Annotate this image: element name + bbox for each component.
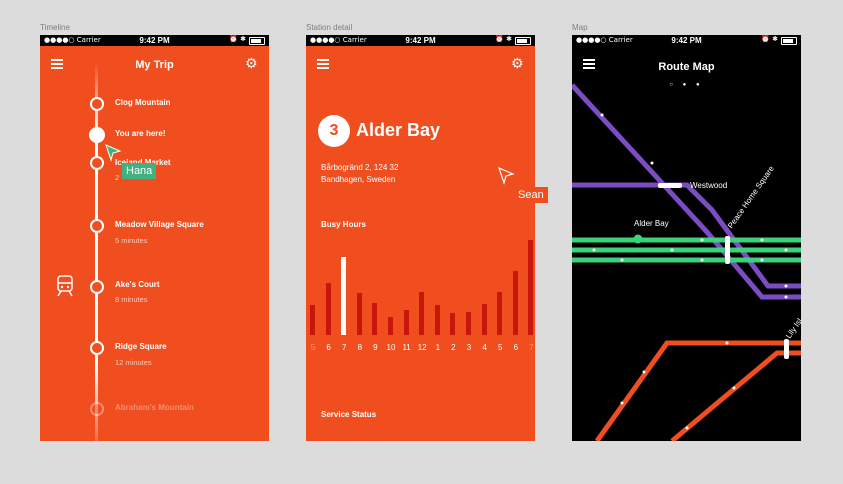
status-icons: ⏰ ✱ [495,35,512,43]
station-detail-screen: ●●●●○ Carrier 9:42 PM ⏰ ✱ ⚙ 3 Alder Bay … [306,35,535,441]
station-number-badge: 3 [318,115,350,147]
collaborator-cursor-label: Sean [514,187,548,203]
busy-hour-bar [325,283,331,335]
stop-dot[interactable] [90,156,104,170]
station-label[interactable]: Alder Bay [634,219,669,228]
busy-hour-bar [388,317,393,335]
stop-eta: 2 [115,173,120,182]
busy-hour-tick-label: 6 [326,343,331,352]
busy-hour-tick-label: 7 [529,343,534,352]
busy-hour-bar [528,240,534,335]
status-bar: ●●●●○ Carrier 9:42 PM ⏰ ✱ [306,35,535,46]
station-label[interactable]: Westwood [690,181,727,190]
stop-name[interactable]: Clog Mountain [115,98,171,107]
stop-dot[interactable] [90,219,104,233]
route-map[interactable] [572,35,801,441]
busy-hour-tick-label: 8 [357,343,363,352]
stop-name[interactable]: Abraham's Mountain [115,403,194,412]
settings-gear-icon[interactable]: ⚙ [511,57,524,71]
route-map-screen: ●●●●○ Carrier 9:42 PM ⏰ ✱ Route Map ○ ● … [572,35,801,441]
stop-dot[interactable] [90,341,104,355]
current-location-label: You are here! [115,129,166,138]
busy-hour-tick-label: 4 [482,343,487,352]
purple-route-line [572,182,801,289]
map-frame-label: Map [572,23,588,32]
stop-eta: 8 minutes [115,295,148,304]
alder-bay-station-marker [633,234,643,244]
current-location-dot [89,127,105,143]
westwood-station-marker [658,183,682,188]
busy-hour-tick-label: 6 [513,343,519,352]
purple-route-line [572,83,801,300]
page-indicator[interactable]: ○ ● ● [572,82,801,88]
busy-hour-tick-label: 7 [341,343,347,352]
orange-route-line [670,350,801,441]
status-icons: ⏰ ✱ [229,35,246,43]
stop-dot[interactable] [90,402,104,416]
timeline-screen: ●●●●○ Carrier 9:42 PM ⏰ ✱ My Trip ⚙ Clog… [40,35,269,441]
station-address-line1: Bårbogränd 2, 124 32 [321,163,399,172]
menu-icon[interactable] [317,59,329,69]
collaborator-cursor-label: Hana [122,163,157,179]
cursor-arrow-icon [105,144,122,162]
busy-hour-bar [419,292,425,335]
status-bar: ●●●●○ Carrier 9:42 PM ⏰ ✱ [40,35,269,46]
busy-hour-tick-label: 5 [497,343,503,352]
station-address-line2: Bandhagen, Sweden [321,175,396,184]
stop-name[interactable]: Meadow Village Square [115,220,204,229]
busy-hour-tick-label: 1 [435,343,441,352]
busy-hour-tick-label: 3 [466,343,472,352]
busy-hour-bar [481,304,487,335]
stop-name[interactable]: Ridge Square [115,342,167,351]
station-name: Alder Bay [356,120,441,140]
stop-eta: 12 minutes [115,358,152,367]
busy-hour-bar [403,310,409,335]
busy-hour-bar [434,305,440,335]
busy-hour-bar [450,313,456,335]
busy-hour-bar [372,303,378,335]
stop-dot[interactable] [90,97,104,111]
busy-hours-heading: Busy Hours [321,220,366,229]
page-title: My Trip [135,59,174,71]
page-title: Route Map [658,61,715,73]
lily-isl-station-marker [784,339,789,359]
stop-eta: 5 minutes [115,236,148,245]
busy-hour-tick-label: 11 [402,343,411,352]
settings-gear-icon[interactable]: ⚙ [245,57,258,71]
peace-home-square-station-marker [725,236,730,264]
timeline-frame-label: Timeline [40,23,70,32]
busy-hour-tick-label: 5 [310,343,316,352]
busy-hour-tick-label: 10 [386,343,396,352]
stop-name[interactable]: Ake's Court [115,280,160,289]
station-frame-label: Station detail [306,23,353,32]
battery-icon [515,37,531,45]
timeline-track [95,63,98,441]
train-icon [57,275,73,297]
busy-hour-bar [497,292,503,335]
cursor-arrow-icon [498,166,515,186]
busy-hour-tick-label: 2 [451,343,456,352]
busy-hour-bar [310,305,315,335]
busy-hour-bar [466,312,471,335]
stop-dot[interactable] [90,280,104,294]
busy-hour-bar [512,271,518,335]
busy-hour-bar [356,293,362,335]
busy-hour-tick-label: 9 [373,343,378,352]
service-status-heading: Service Status [321,410,377,419]
battery-icon [249,37,265,45]
busy-hour-bar [341,257,347,335]
busy-hour-tick-label: 12 [417,343,427,352]
